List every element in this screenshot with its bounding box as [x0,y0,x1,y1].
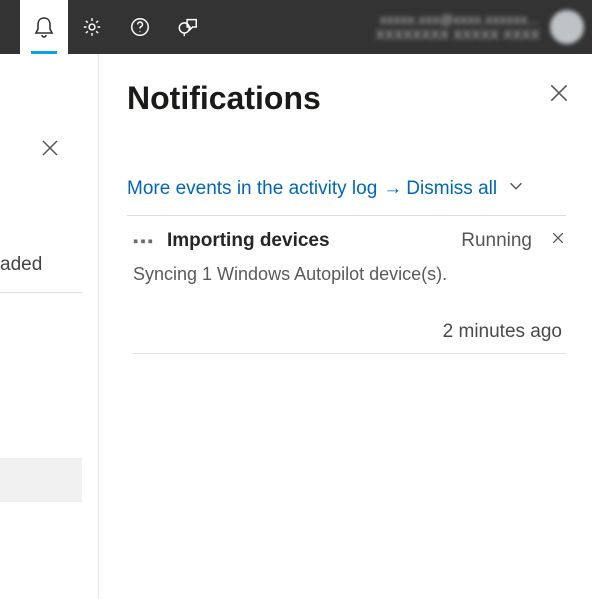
blade-close-button[interactable] [40,138,60,163]
gear-icon [81,16,103,38]
notification-title: Importing devices [167,230,449,252]
panel-close-button[interactable] [548,82,570,109]
notification-status: Running [461,230,532,252]
divider [133,353,566,354]
close-icon [40,138,60,158]
arrow-icon: → [383,178,402,200]
panel-title: Notifications [127,80,566,117]
left-pane-fragment: aded [0,54,82,599]
notification-description: Syncing 1 Windows Autopilot device(s). [133,264,566,285]
panel-actions: More events in the activity log → Dismis… [127,177,566,201]
notifications-button[interactable] [20,0,68,54]
close-icon [548,82,570,104]
notification-item: ▪▪▪ Importing devices Running Syncing 1 … [127,216,566,364]
bell-icon [34,16,54,38]
dismiss-all-link[interactable]: Dismiss all [406,178,497,200]
account-area[interactable]: xxxxx.xxx@xxxx.xxxxxx... XXXXXXXX XXXXX … [212,10,592,44]
notifications-panel: Notifications More events in the activit… [98,54,592,599]
avatar[interactable] [550,10,584,44]
expand-toggle[interactable] [507,177,525,201]
top-bar: xxxxx.xxx@xxxx.xxxxxx... XXXXXXXX XXXXX … [0,0,592,54]
truncated-label: aded [0,254,42,276]
dismiss-notification-button[interactable] [550,230,566,252]
notification-time: 2 minutes ago [133,321,566,343]
help-icon [129,16,151,38]
close-icon [550,230,566,246]
account-text: xxxxx.xxx@xxxx.xxxxxx... XXXXXXXX XXXXX … [376,12,540,42]
help-button[interactable] [116,0,164,54]
divider [0,292,82,293]
chevron-down-icon [507,177,525,195]
settings-button[interactable] [68,0,116,54]
feedback-button[interactable] [164,0,212,54]
activity-log-link[interactable]: More events in the activity log [127,178,377,200]
selected-row-fragment [0,458,82,502]
feedback-icon [176,16,200,38]
ellipsis-icon[interactable]: ▪▪▪ [133,233,155,250]
